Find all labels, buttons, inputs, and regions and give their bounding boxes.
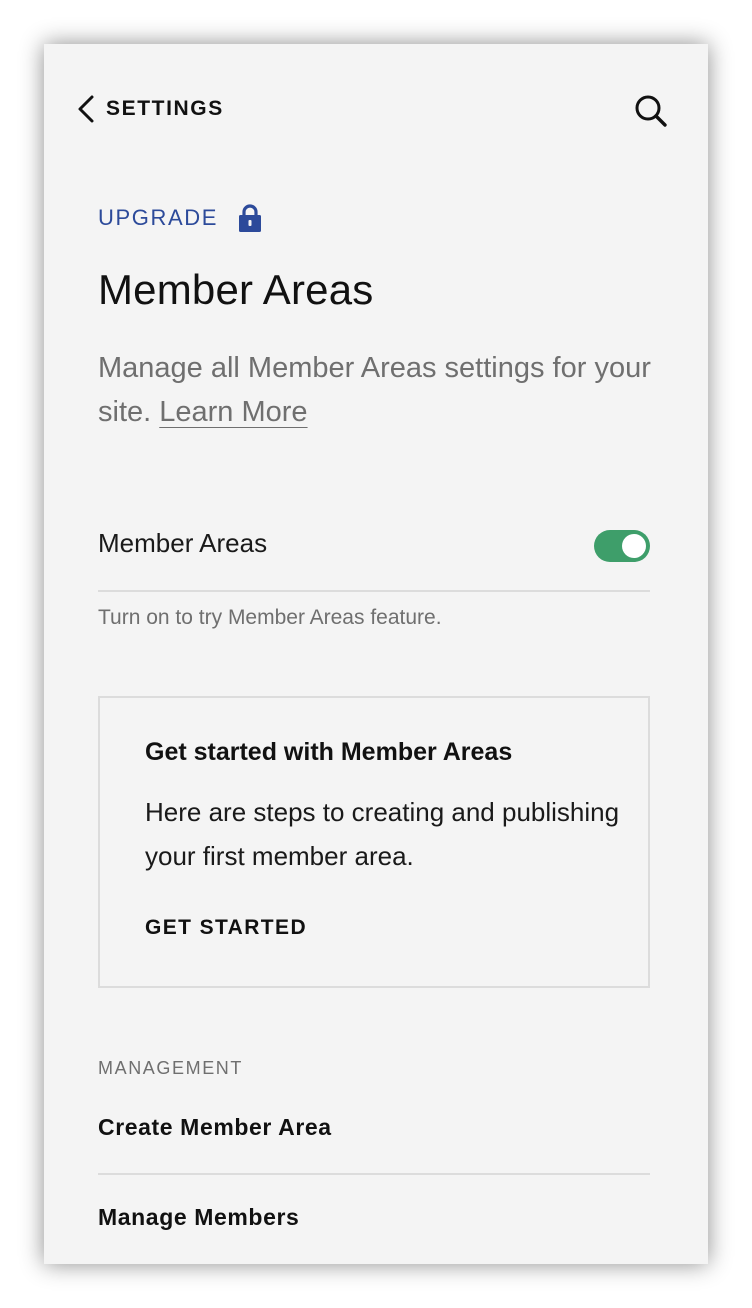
back-to-settings-button[interactable]: SETTINGS [76, 94, 224, 124]
chevron-left-icon [78, 95, 94, 123]
top-bar: SETTINGS [76, 94, 668, 128]
get-started-button[interactable]: GET STARTED [145, 916, 307, 940]
page-title: Member Areas [98, 266, 374, 313]
search-button[interactable] [634, 94, 668, 133]
member-areas-toggle[interactable] [594, 530, 650, 562]
create-member-area-item[interactable]: Create Member Area [98, 1114, 650, 1158]
upgrade-link[interactable]: UPGRADE [98, 204, 262, 232]
learn-more-link[interactable]: Learn More [159, 396, 307, 428]
back-label: SETTINGS [106, 97, 224, 120]
get-started-card: Get started with Member Areas Here are s… [98, 696, 650, 988]
manage-members-label: Manage Members [98, 1204, 300, 1230]
member-areas-toggle-label: Member Areas [98, 528, 268, 558]
card-body: Here are steps to creating and publishin… [145, 797, 620, 871]
divider [98, 1173, 650, 1175]
search-icon [635, 95, 667, 127]
toggle-hint: Turn on to try Member Areas feature. [98, 606, 442, 629]
management-section-label: MANAGEMENT [98, 1058, 244, 1078]
manage-members-item[interactable]: Manage Members [98, 1204, 650, 1248]
create-member-area-label: Create Member Area [98, 1114, 332, 1140]
settings-panel: SETTINGS UPGRADE Member Areas Manage all… [44, 44, 708, 1264]
member-areas-toggle-row: Member Areas [98, 524, 650, 592]
upgrade-label: UPGRADE [98, 205, 218, 230]
card-title: Get started with Member Areas [145, 738, 513, 766]
lock-icon [239, 204, 261, 232]
toggle-knob [622, 534, 646, 558]
page-description: Manage all Member Areas settings for you… [98, 346, 658, 434]
